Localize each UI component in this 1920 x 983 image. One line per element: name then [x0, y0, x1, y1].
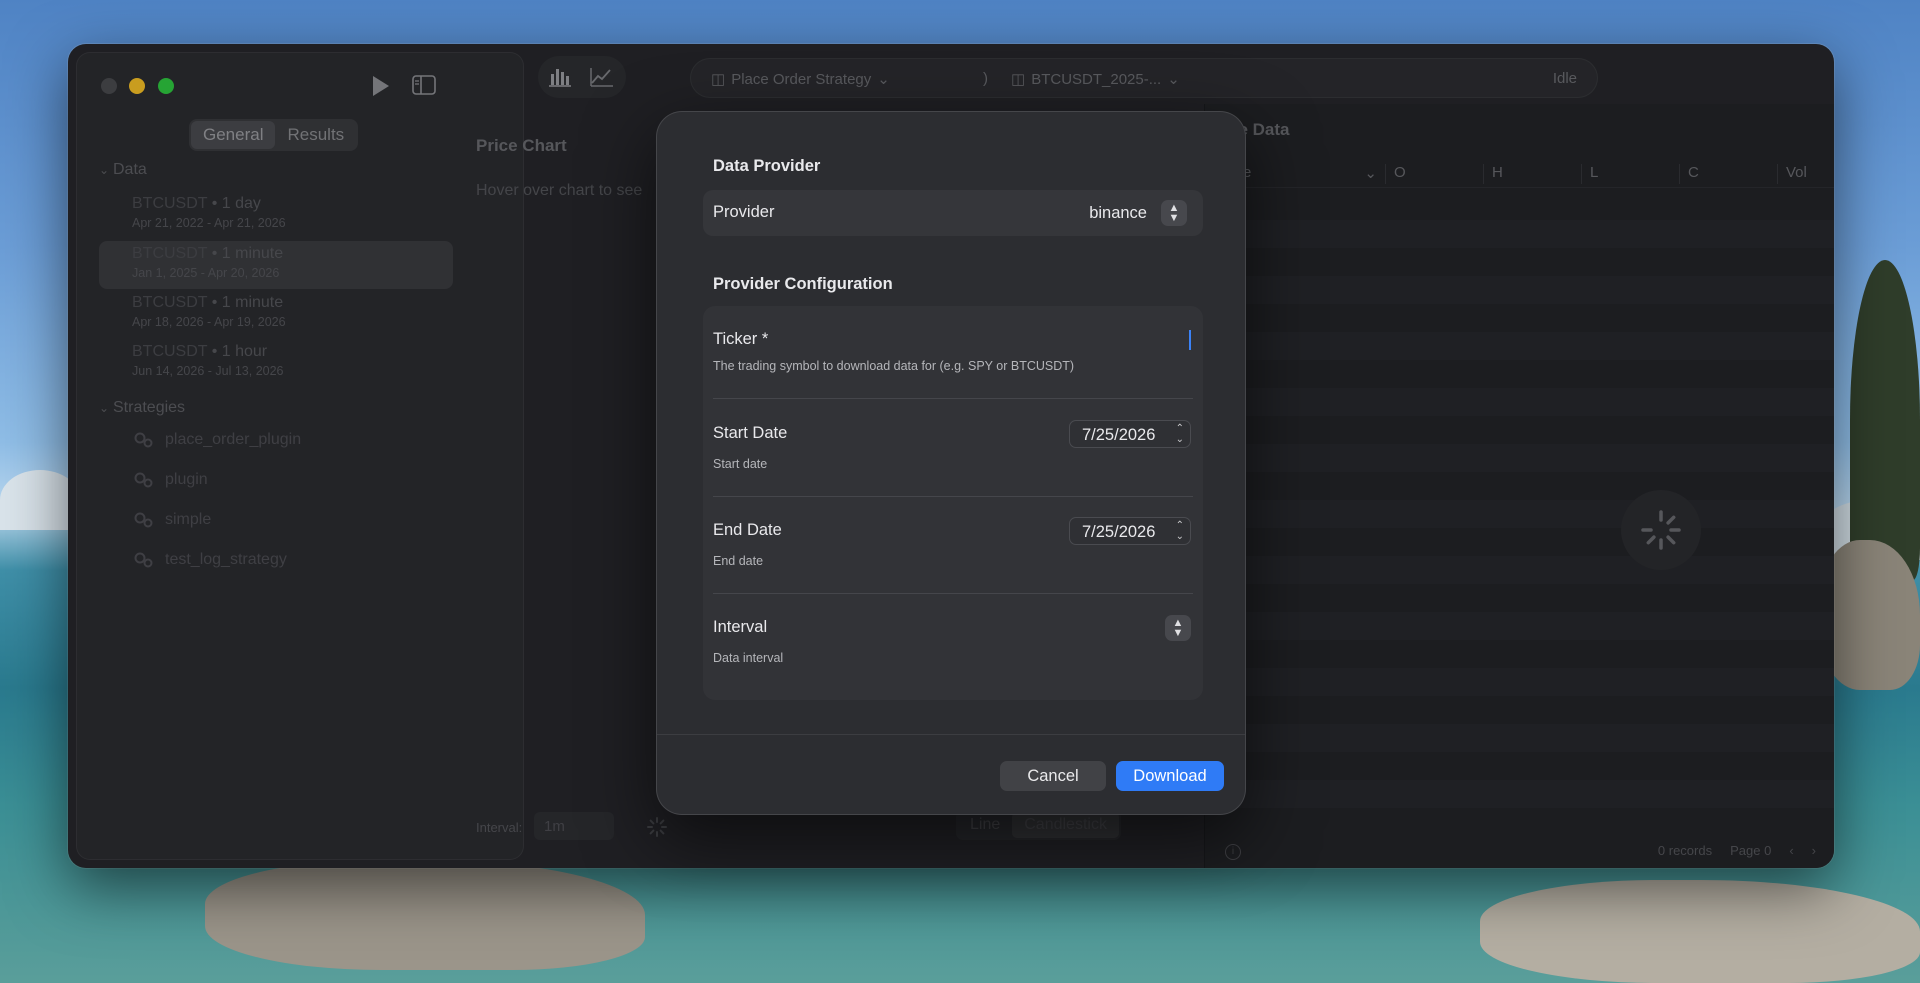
data-provider-heading: Data Provider — [713, 157, 821, 175]
end-date-description: End date — [713, 554, 764, 568]
download-button[interactable]: Download — [1116, 761, 1224, 791]
stepper-icon[interactable]: ⌃ ⌄ — [1176, 423, 1184, 445]
dialog-footer-divider — [657, 734, 1245, 735]
provider-config-form: Ticker * The trading symbol to download … — [703, 306, 1203, 700]
stepper-icon[interactable]: ⌃ ⌄ — [1176, 520, 1184, 542]
ticker-label: Ticker * — [713, 330, 769, 348]
end-date-picker[interactable]: 7/25/2026 ⌃ ⌄ — [1069, 517, 1191, 545]
cancel-button[interactable]: Cancel — [1000, 761, 1106, 791]
end-date-value: 7/25/2026 — [1082, 523, 1156, 541]
download-data-dialog: Data Provider Provider binance ▲ ▼ Provid… — [656, 111, 1246, 815]
ticker-description: The trading symbol to download data for … — [713, 359, 1075, 373]
interval-field-label: Interval — [713, 618, 768, 636]
provider-label: Provider — [713, 203, 775, 221]
provider-row: Provider binance ▲ ▼ — [703, 190, 1203, 236]
provider-value: binance — [1089, 204, 1147, 222]
interval-field: Interval Data interval — [713, 618, 1193, 665]
interval-select-button[interactable]: ▲ ▼ — [1165, 615, 1191, 641]
ticker-field[interactable]: Ticker * The trading symbol to download … — [713, 330, 1193, 373]
start-date-description: Start date — [713, 457, 768, 471]
start-date-picker[interactable]: 7/25/2026 ⌃ ⌄ — [1069, 420, 1191, 448]
divider — [713, 496, 1193, 497]
divider — [713, 593, 1193, 594]
text-caret — [1189, 330, 1191, 350]
provider-select-button[interactable]: ▲ ▼ — [1161, 200, 1187, 226]
provider-config-heading: Provider Configuration — [713, 275, 893, 293]
divider — [713, 398, 1193, 399]
interval-field-description: Data interval — [713, 651, 784, 665]
start-date-value: 7/25/2026 — [1082, 426, 1156, 444]
